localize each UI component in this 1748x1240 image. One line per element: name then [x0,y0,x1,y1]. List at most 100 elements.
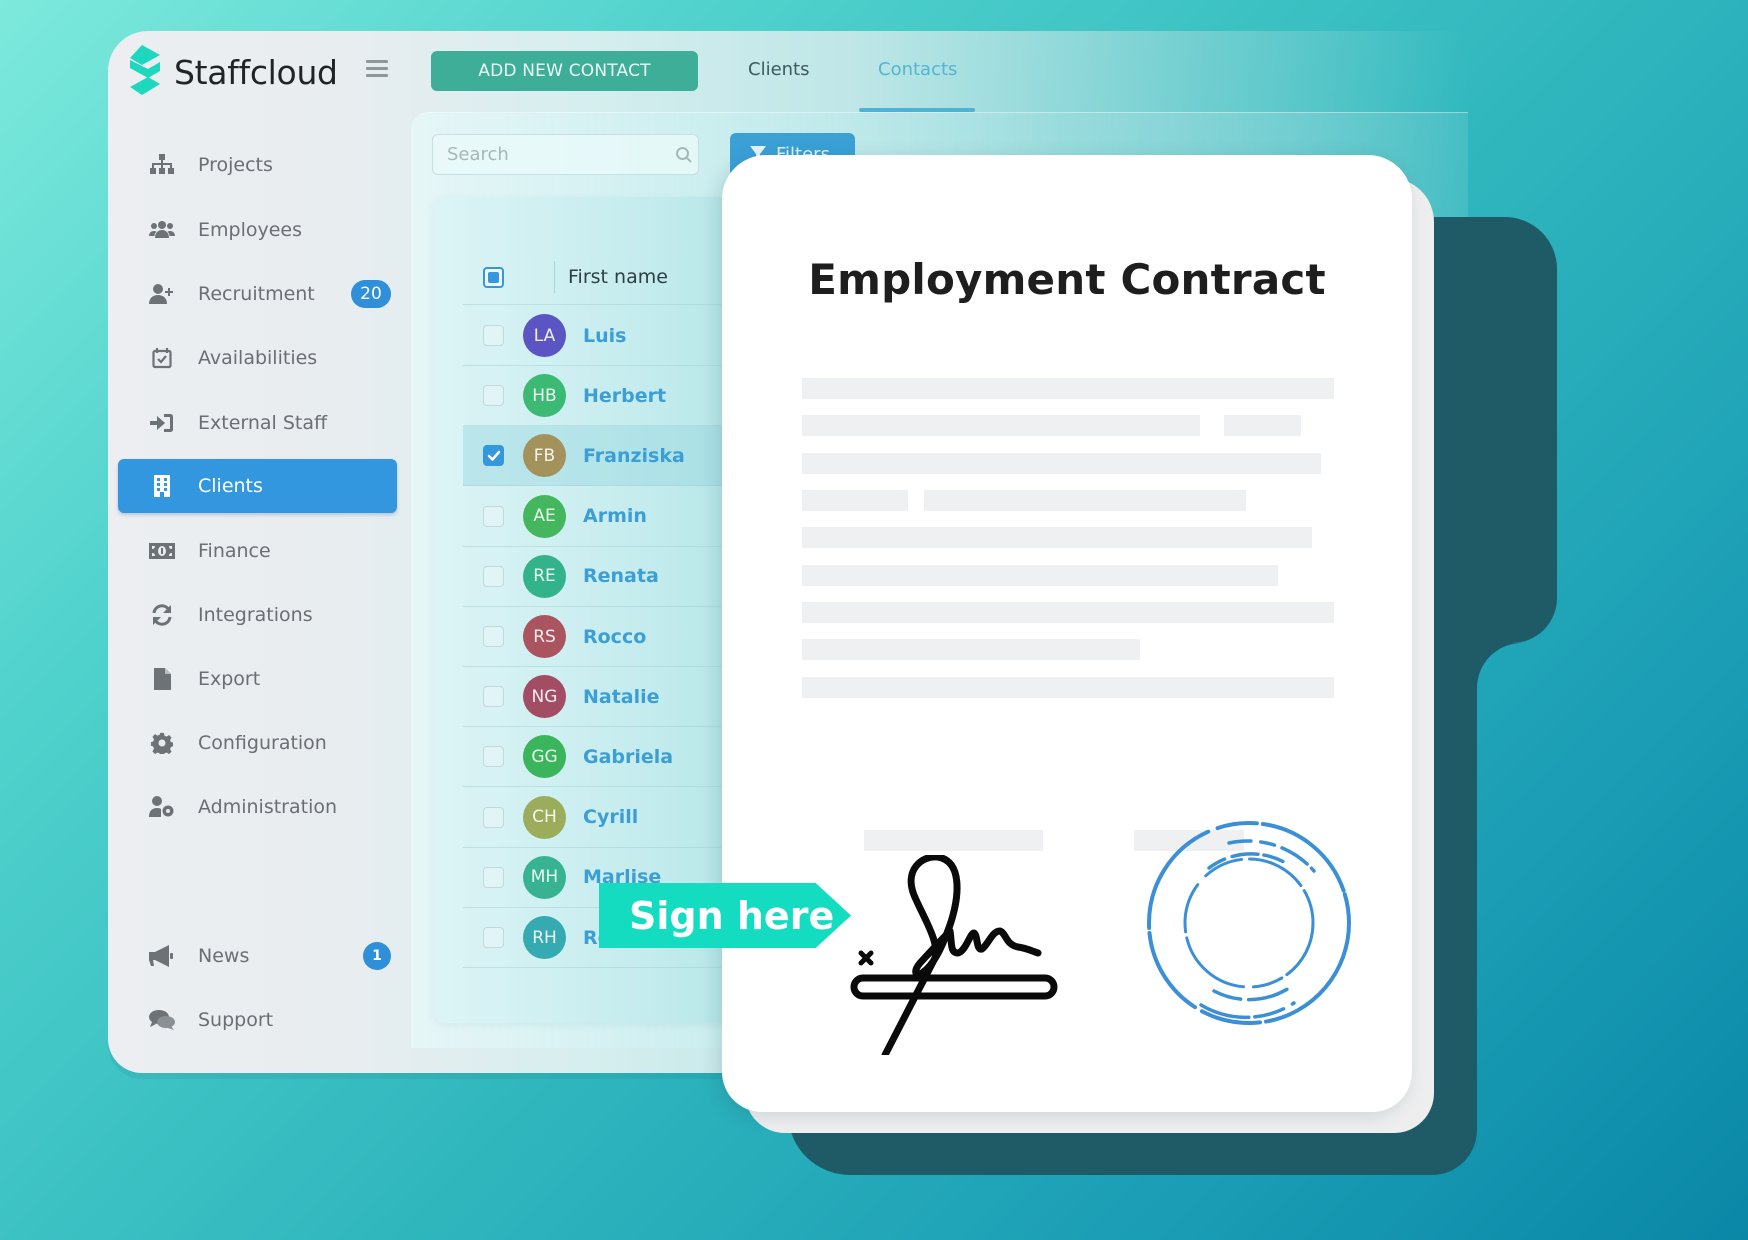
text-placeholder-line [802,565,1278,586]
sync-icon [148,603,176,627]
row-checkbox[interactable] [483,746,504,768]
sidebar-item-employees[interactable]: Employees [118,203,397,257]
sidebar-item-label: Recruitment [198,283,315,305]
contact-first-name-link[interactable]: Armin [583,505,647,527]
comments-icon [148,1008,176,1032]
tab-contacts[interactable]: Contacts [878,59,957,80]
column-divider [554,261,555,293]
sidebar-item-label: Clients [198,475,263,497]
contact-first-name-link[interactable]: Rocco [583,626,646,648]
avatar: RE [523,554,566,598]
recruitment-count-badge: 20 [351,280,391,308]
search-input[interactable] [447,144,667,165]
text-placeholder-line [802,378,1334,399]
avatar: CH [523,795,566,839]
logo[interactable]: Staffcloud [130,45,338,99]
text-placeholder-line [802,527,1312,548]
contact-first-name-link[interactable]: Gabriela [583,746,673,768]
avatar: GG [523,735,566,779]
signature-icon [850,855,1058,1055]
row-checkbox[interactable] [483,686,504,708]
sidebar-item-configuration[interactable]: Configuration [118,716,397,770]
sidebar-item-label: Administration [198,796,338,818]
sidebar-item-label: Configuration [198,732,327,754]
sign-in-icon [148,411,176,435]
contact-first-name-link[interactable]: Luis [583,325,626,347]
sidebar-item-label: External Staff [198,412,328,434]
row-checkbox[interactable] [483,866,504,888]
avatar: AE [523,494,566,538]
row-checkbox[interactable] [483,505,504,527]
sidebar-item-export[interactable]: Export [118,652,397,706]
sidebar-item-label: Projects [198,154,273,176]
signature-label-placeholder [864,830,1043,851]
checkmark-icon [487,450,500,461]
calendar-check-icon [148,346,176,370]
row-checkbox[interactable] [483,445,504,467]
sign-here-button[interactable]: Sign here [599,883,851,948]
contract-document: Employment Contract [722,155,1412,1112]
column-header-first-name[interactable]: First name [568,266,668,288]
contact-first-name-link[interactable]: Franziska [583,445,685,467]
text-placeholder-line [802,639,1140,660]
sidebar-item-clients[interactable]: Clients [118,459,397,513]
sidebar-item-finance[interactable]: Finance [118,524,397,578]
megaphone-icon [148,944,176,968]
stamp-icon [1147,821,1351,1025]
text-placeholder-line [802,602,1334,623]
row-checkbox[interactable] [483,806,504,828]
row-checkbox[interactable] [483,325,504,346]
sidebar-item-label: Export [198,668,261,690]
row-checkbox[interactable] [483,565,504,587]
sidebar-item-support[interactable]: Support [118,993,397,1047]
sidebar-item-label: Integrations [198,604,313,626]
text-placeholder-line [802,677,1334,698]
avatar: RH [523,916,566,959]
file-icon [148,667,176,691]
sidebar-item-administration[interactable]: Administration [118,780,397,834]
text-placeholder-line [802,415,1200,436]
menu-toggle-icon[interactable] [366,60,388,78]
add-new-contact-button[interactable]: ADD NEW CONTACT [431,51,698,91]
avatar: MH [523,855,566,899]
text-placeholder-line [924,490,1246,511]
contact-first-name-link[interactable]: Cyrill [583,806,638,828]
money-bill-icon [148,539,176,563]
text-placeholder-line [802,453,1321,474]
sidebar-item-availabilities[interactable]: Availabilities [118,331,397,385]
row-checkbox[interactable] [483,927,504,948]
staffcloud-logo-icon [130,45,160,95]
news-count-badge: 1 [363,942,391,970]
sidebar-item-news[interactable]: News 1 [118,929,397,983]
sidebar-item-label: Employees [198,219,302,241]
row-checkbox[interactable] [483,385,504,407]
sidebar-item-recruitment[interactable]: Recruitment 20 [118,267,397,321]
search-field[interactable] [432,134,699,175]
contact-first-name-link[interactable]: Herbert [583,385,666,407]
text-placeholder-line [1224,415,1301,436]
search-icon [676,146,692,163]
sidebar-item-projects[interactable]: Projects [118,138,397,192]
sitemap-icon [148,153,176,177]
tab-clients[interactable]: Clients [748,59,810,80]
contact-first-name-link[interactable]: Renata [583,565,659,587]
text-placeholder-line [802,490,908,511]
sidebar-item-external-staff[interactable]: External Staff [118,396,397,450]
building-icon [148,474,176,498]
sidebar-item-label: News [198,945,250,967]
gear-icon [148,731,176,755]
user-cog-icon [148,795,176,819]
avatar: FB [523,434,566,478]
sidebar-item-integrations[interactable]: Integrations [118,588,397,642]
user-plus-icon [148,282,176,306]
contact-first-name-link[interactable]: Natalie [583,686,660,708]
brand-name: Staffcloud [174,52,338,92]
avatar: NG [523,675,566,719]
sidebar-item-label: Availabilities [198,347,318,369]
row-checkbox[interactable] [483,626,504,647]
sidebar-item-label: Support [198,1009,274,1031]
sidebar-item-label: Finance [198,540,271,562]
users-icon [148,218,176,242]
select-all-checkbox[interactable] [483,266,504,288]
avatar: HB [523,374,566,418]
